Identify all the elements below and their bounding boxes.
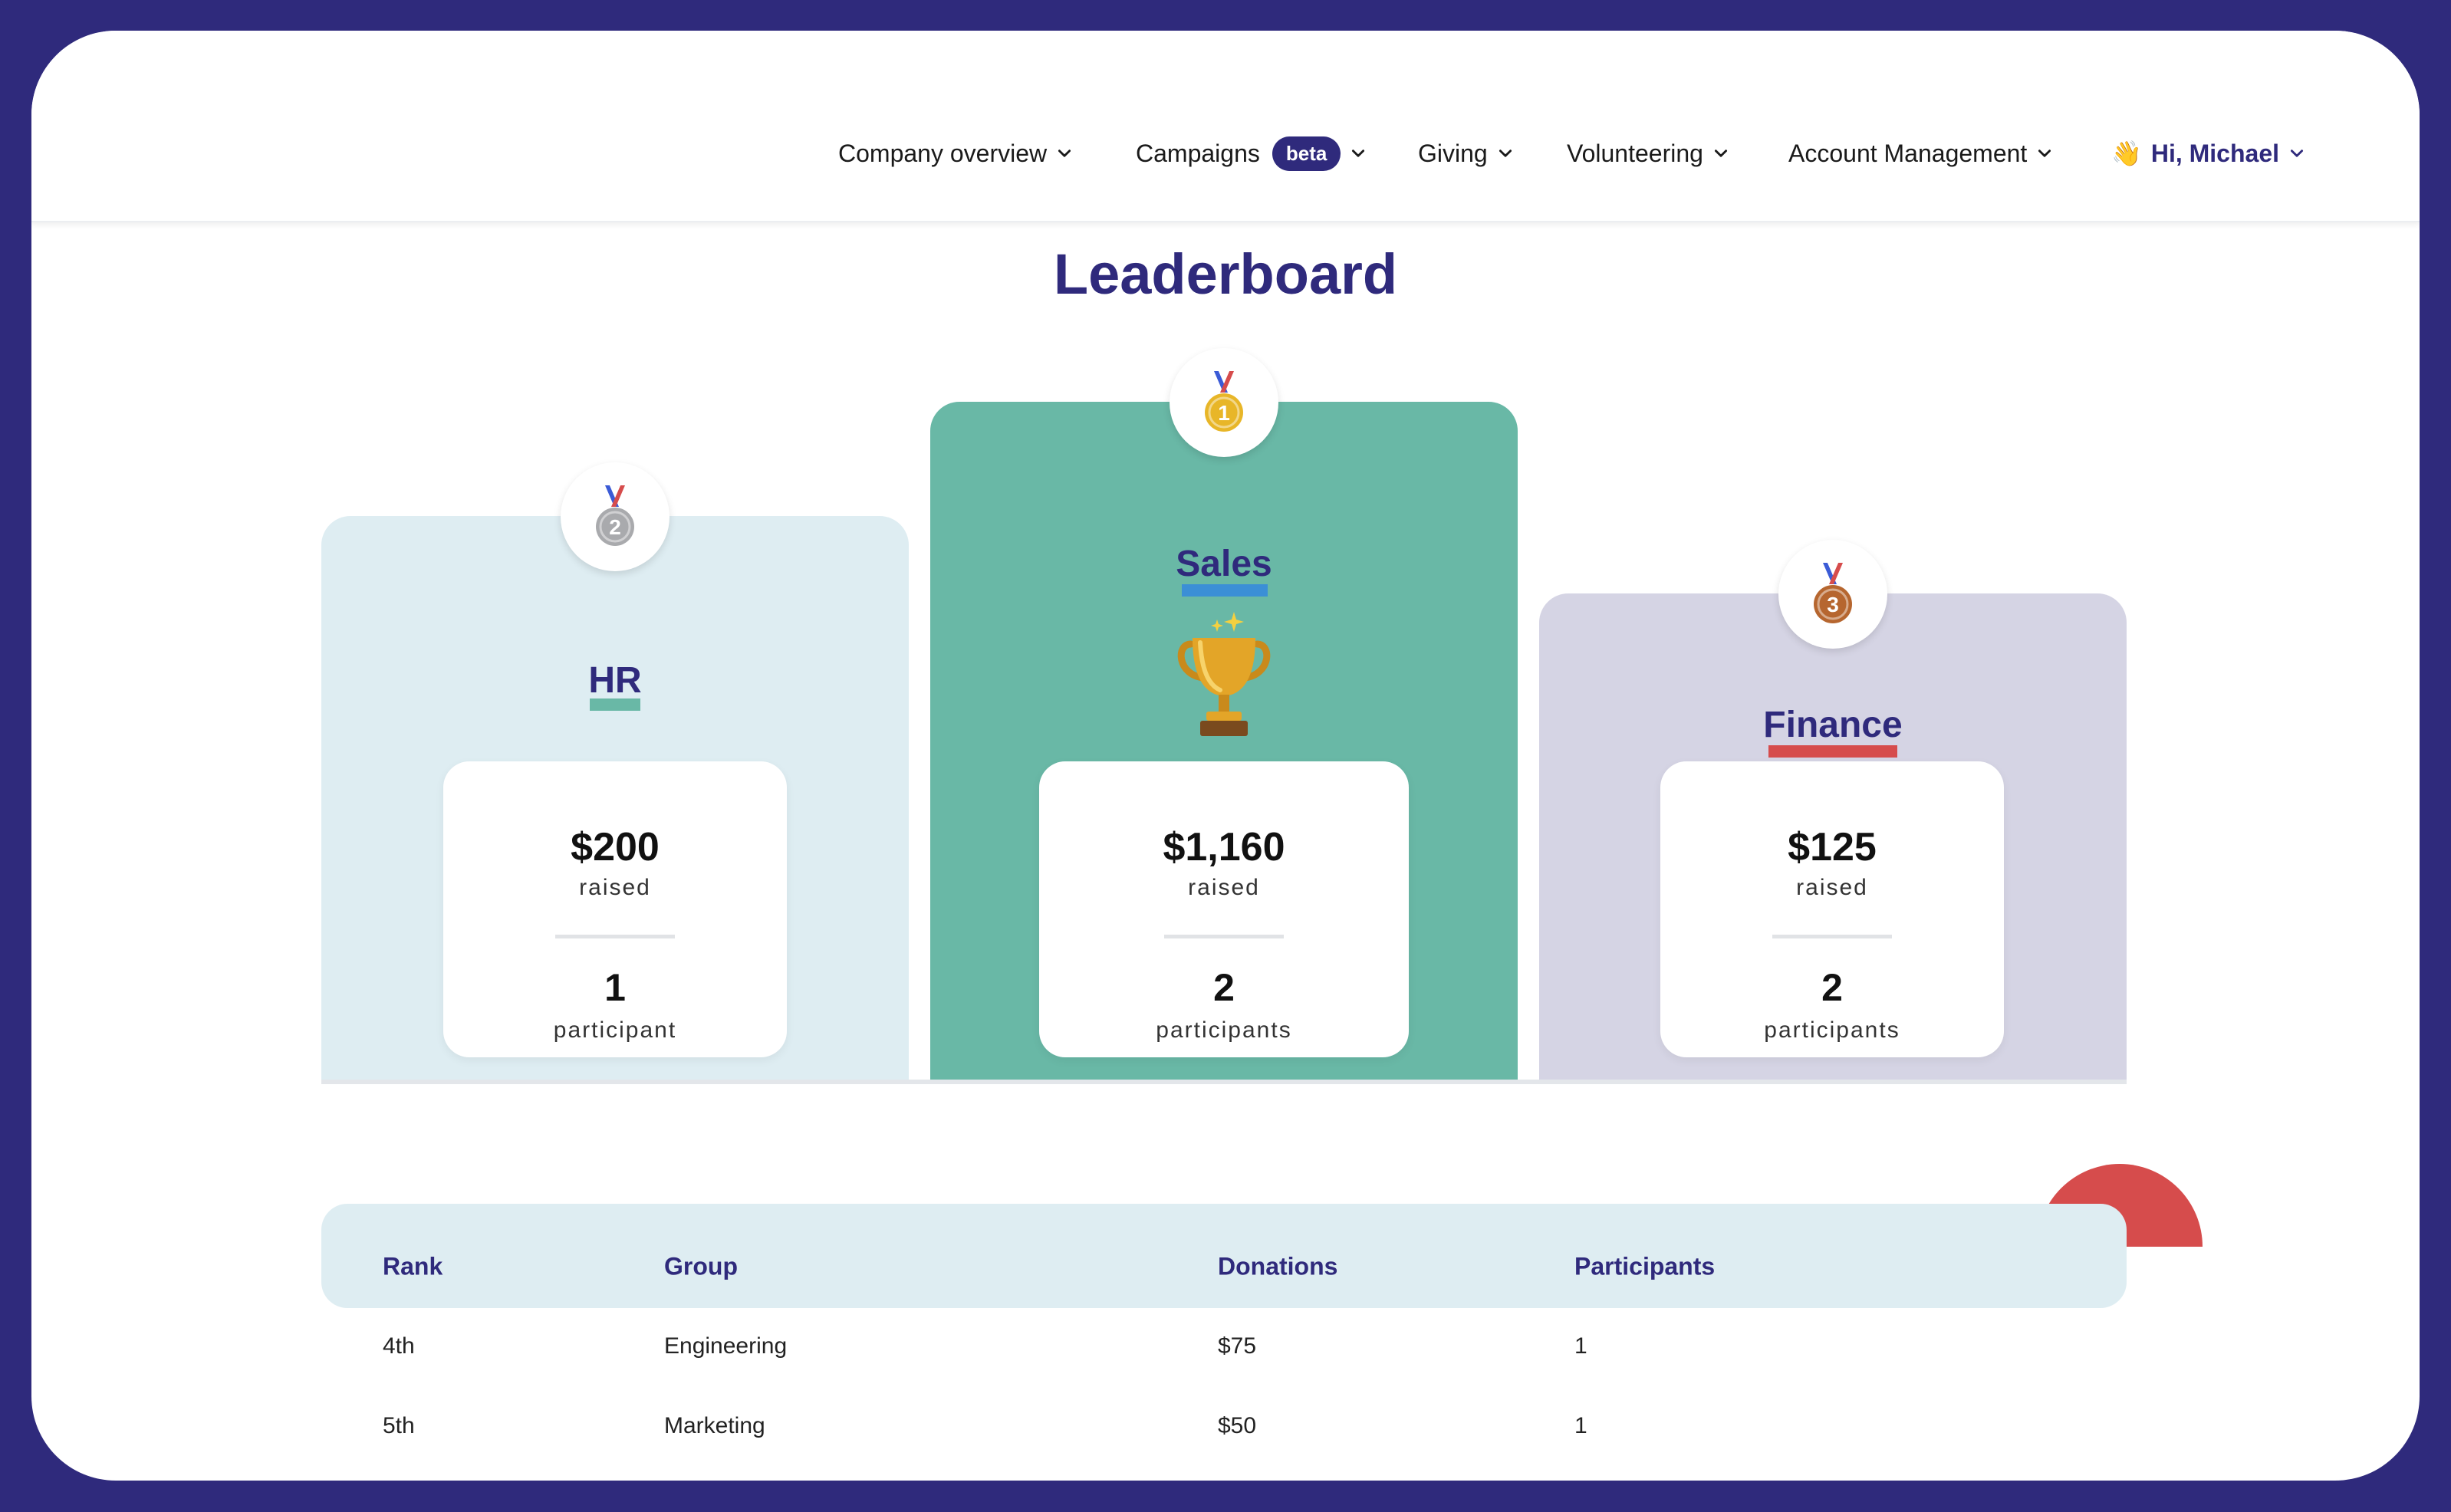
participant-count: 2 <box>1213 966 1235 1009</box>
group-underline <box>1182 584 1268 597</box>
table-cell-donations: $50 <box>1218 1413 1257 1438</box>
top-navigation-bar: Company overview Campaigns beta Giving V… <box>31 31 2420 222</box>
user-menu[interactable]: 👋 Hi, Michael <box>2111 133 2305 174</box>
second-place-medal-badge: 2 <box>561 462 670 571</box>
participant-label: participant <box>553 1017 677 1043</box>
amount-raised-label: raised <box>1188 875 1260 900</box>
chevron-down-icon <box>1352 150 1365 157</box>
waving-hand-icon: 👋 <box>2111 140 2142 167</box>
nav-volunteering-label: Volunteering <box>1567 139 1703 167</box>
medal-icon: 3 <box>1814 563 1852 623</box>
nav-giving-label: Giving <box>1418 139 1488 167</box>
stat-divider <box>1772 935 1892 938</box>
nav-company-overview-label: Company overview <box>838 139 1048 167</box>
nav-giving[interactable]: Giving <box>1418 133 1514 174</box>
amount-raised-label: raised <box>579 875 651 900</box>
nav-volunteering[interactable]: Volunteering <box>1567 133 1729 174</box>
page-title: Leaderboard <box>1053 242 1398 306</box>
podium-group-name-hr: HR <box>588 660 642 701</box>
amount-raised: $1,160 <box>1163 825 1285 869</box>
chevron-down-icon <box>2038 150 2051 157</box>
app-window: Company overview Campaigns beta Giving V… <box>31 31 2420 1481</box>
stat-divider <box>1164 935 1284 938</box>
chevron-down-icon <box>2290 150 2304 157</box>
medal-rank-1: 1 <box>1218 401 1230 425</box>
column-header-rank[interactable]: Rank <box>383 1253 442 1281</box>
nav-account-management[interactable]: Account Management <box>1788 133 2053 174</box>
medal-rank-2: 2 <box>609 515 621 539</box>
first-place-medal-badge: 1 <box>1170 348 1278 457</box>
group-underline <box>590 698 640 711</box>
nav-campaigns[interactable]: Campaigns beta <box>1136 133 1367 174</box>
medal-rank-3: 3 <box>1827 593 1839 616</box>
participant-count: 2 <box>1821 966 1843 1009</box>
trophy-icon <box>1177 612 1271 736</box>
stat-card-sales: $1,160 raised 2 participants <box>1039 761 1409 1057</box>
table-cell-group: Engineering <box>664 1333 788 1359</box>
chevron-down-icon <box>1714 150 1727 157</box>
podium-group-name-sales: Sales <box>1176 544 1272 584</box>
column-header-group[interactable]: Group <box>664 1253 738 1281</box>
stat-card-finance: $125 raised 2 participants <box>1660 761 2004 1057</box>
stat-divider <box>555 935 675 938</box>
participant-label: participants <box>1156 1017 1292 1043</box>
user-greeting: Hi, Michael <box>2150 139 2279 167</box>
participant-count: 1 <box>604 966 626 1009</box>
amount-raised: $125 <box>1788 825 1877 869</box>
amount-raised: $200 <box>571 825 660 869</box>
podium-baseline <box>321 1080 2127 1084</box>
table-cell-rank: 4th <box>383 1333 415 1359</box>
chevron-down-icon <box>1058 150 1071 157</box>
table-cell-rank: 5th <box>383 1413 415 1438</box>
table-cell-group: Marketing <box>664 1413 765 1438</box>
medal-icon: 1 <box>1205 371 1243 432</box>
table-cell-participants: 1 <box>1574 1413 1587 1438</box>
column-header-donations[interactable]: Donations <box>1218 1253 1337 1281</box>
stat-card-hr: $200 raised 1 participant <box>443 761 787 1057</box>
nav-account-management-label: Account Management <box>1788 139 2028 167</box>
beta-badge: beta <box>1272 136 1341 171</box>
nav-company-overview[interactable]: Company overview <box>838 133 1073 174</box>
amount-raised-label: raised <box>1796 875 1868 900</box>
column-header-participants[interactable]: Participants <box>1574 1253 1715 1281</box>
chevron-down-icon <box>1499 150 1512 157</box>
main-nav: Company overview Campaigns beta Giving V… <box>31 31 2420 221</box>
table-cell-donations: $75 <box>1218 1333 1257 1359</box>
table-cell-participants: 1 <box>1574 1333 1587 1359</box>
nav-campaigns-label: Campaigns <box>1136 139 1260 167</box>
participant-label: participants <box>1764 1017 1900 1043</box>
third-place-medal-badge: 3 <box>1778 540 1887 649</box>
podium-group-name-finance: Finance <box>1763 705 1903 745</box>
group-underline <box>1768 745 1897 758</box>
medal-icon: 2 <box>596 485 634 546</box>
